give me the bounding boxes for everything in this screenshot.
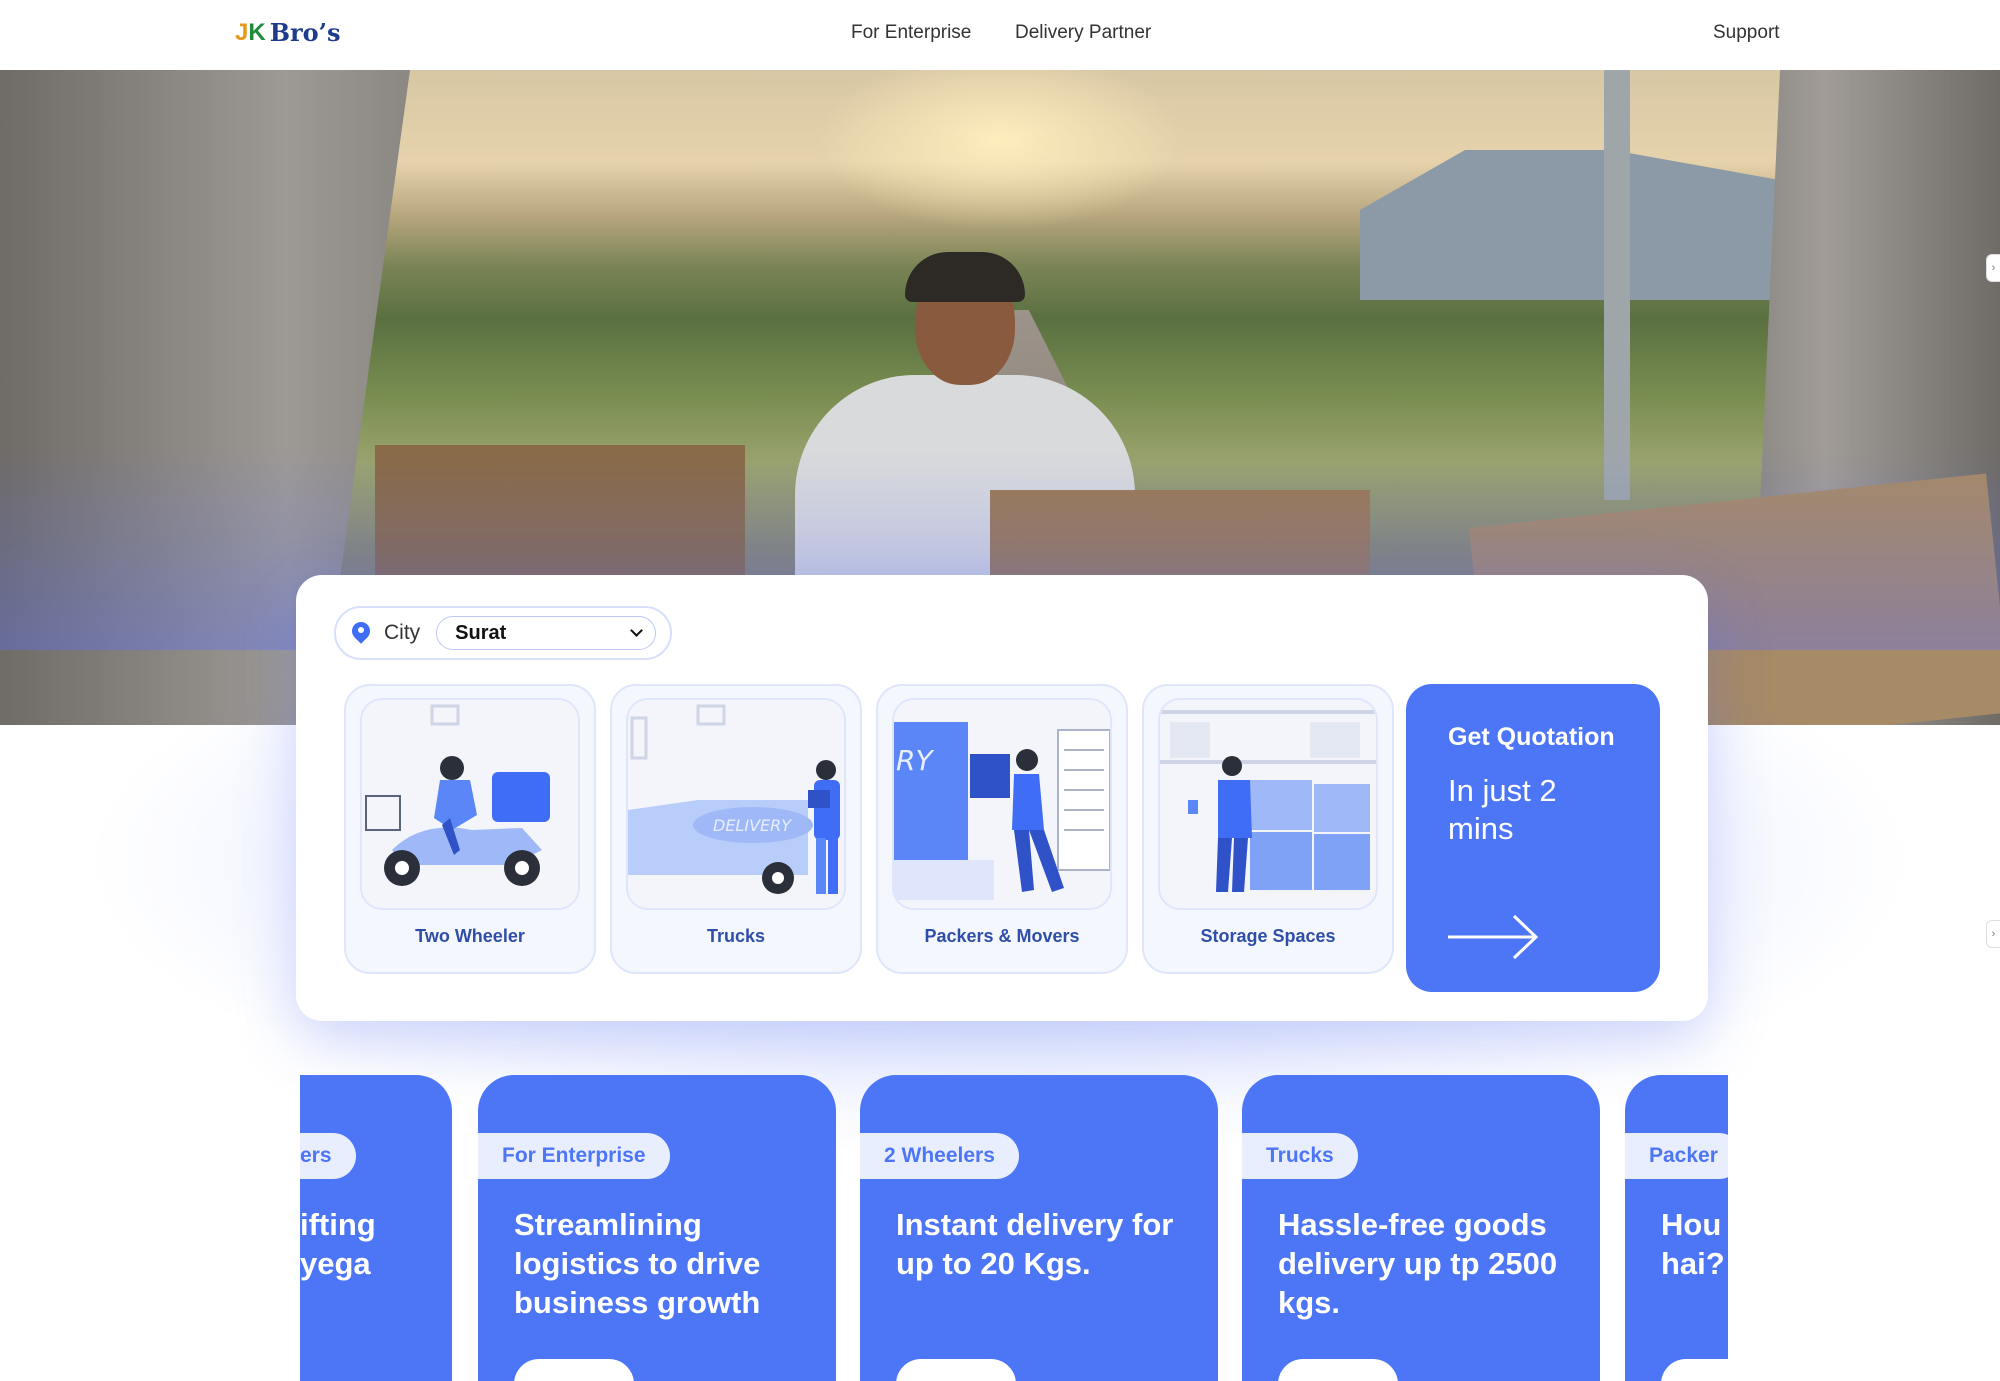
hero-pole — [1604, 70, 1630, 500]
promo-action-button[interactable] — [514, 1359, 634, 1381]
storage-warehouse-icon — [1158, 698, 1378, 910]
promo-title: Instant delivery for up to 20 Kgs. — [896, 1207, 1174, 1281]
promo-tag: ers — [300, 1133, 356, 1179]
arrow-right-icon — [1448, 914, 1539, 960]
promo-tag: For Enterprise — [478, 1133, 670, 1179]
promo-tag: Packer — [1625, 1133, 1728, 1179]
svg-text:RY: RY — [896, 744, 934, 777]
location-pin-icon — [352, 622, 370, 644]
service-trucks[interactable]: DELIVERY Trucks — [610, 684, 862, 974]
promo-tag: Trucks — [1242, 1133, 1358, 1179]
quotation-subtitle: In just 2 mins — [1448, 773, 1557, 846]
svg-text:DELIVERY: DELIVERY — [713, 816, 792, 835]
service-label: Packers & Movers — [924, 926, 1080, 946]
brand-logo[interactable]: J K Bro’s — [235, 18, 341, 47]
promo-card[interactable]: ers ifting yega — [300, 1075, 452, 1381]
booking-card: City Surat Two Wheeler DELIVERY Trucks R… — [296, 575, 1708, 1021]
get-quotation-button[interactable]: Get Quotation In just 2 mins — [1406, 684, 1660, 992]
top-navbar: J K Bro’s For Enterprise Delivery Partne… — [0, 0, 2000, 70]
promo-tag: 2 Wheelers — [860, 1133, 1019, 1179]
service-label: Storage Spaces — [1200, 926, 1336, 946]
promo-card[interactable]: Trucks Hassle-free goods delivery up tp … — [1242, 1075, 1600, 1381]
nav-link-support[interactable]: Support — [1713, 22, 1780, 44]
promo-title: Hassle-free goods delivery up tp 2500 kg… — [1278, 1207, 1558, 1320]
promo-action-button[interactable] — [1661, 1359, 1728, 1381]
hero-house — [1360, 150, 1780, 300]
city-label: City — [384, 621, 421, 644]
service-two-wheeler[interactable]: Two Wheeler — [344, 684, 596, 974]
promo-action-button[interactable] — [1278, 1359, 1398, 1381]
packers-movers-icon: RY — [892, 698, 1112, 910]
city-selector: City Surat — [334, 606, 672, 660]
promo-carousel: ers ifting yega For Enterprise Streamlin… — [300, 1075, 1728, 1381]
logo-wordmark: Bro’s — [269, 18, 341, 47]
promo-card[interactable]: Packer Hou hai? — [1625, 1075, 1728, 1381]
service-label: Two Wheeler — [415, 926, 525, 946]
scooter-courier-icon — [360, 698, 580, 910]
service-packers-movers[interactable]: RY Packers & Movers — [876, 684, 1128, 974]
scroll-right-icon[interactable]: › — [1986, 254, 2000, 282]
logo-letter-k: K — [248, 18, 266, 46]
logo-letter-j: J — [235, 18, 249, 46]
promo-action-button[interactable] — [896, 1359, 1016, 1381]
promo-title: Streamlining logistics to drive business… — [514, 1207, 761, 1320]
chevron-down-icon — [630, 624, 644, 637]
promo-title: Hou hai? — [1661, 1207, 1725, 1281]
city-dropdown-value: Surat — [455, 621, 507, 644]
service-label: Trucks — [706, 926, 766, 946]
city-dropdown[interactable]: Surat — [436, 616, 657, 650]
service-storage-spaces[interactable]: Storage Spaces — [1142, 684, 1394, 974]
scroll-right-icon[interactable]: › — [1986, 920, 2000, 948]
promo-card[interactable]: For Enterprise Streamlining logistics to… — [478, 1075, 836, 1381]
quotation-title: Get Quotation — [1448, 723, 1615, 751]
promo-card[interactable]: 2 Wheelers Instant delivery for up to 20… — [860, 1075, 1218, 1381]
nav-link-for-enterprise[interactable]: For Enterprise — [851, 22, 971, 44]
delivery-truck-icon: DELIVERY — [626, 698, 846, 910]
nav-link-delivery-partner[interactable]: Delivery Partner — [1015, 22, 1151, 44]
